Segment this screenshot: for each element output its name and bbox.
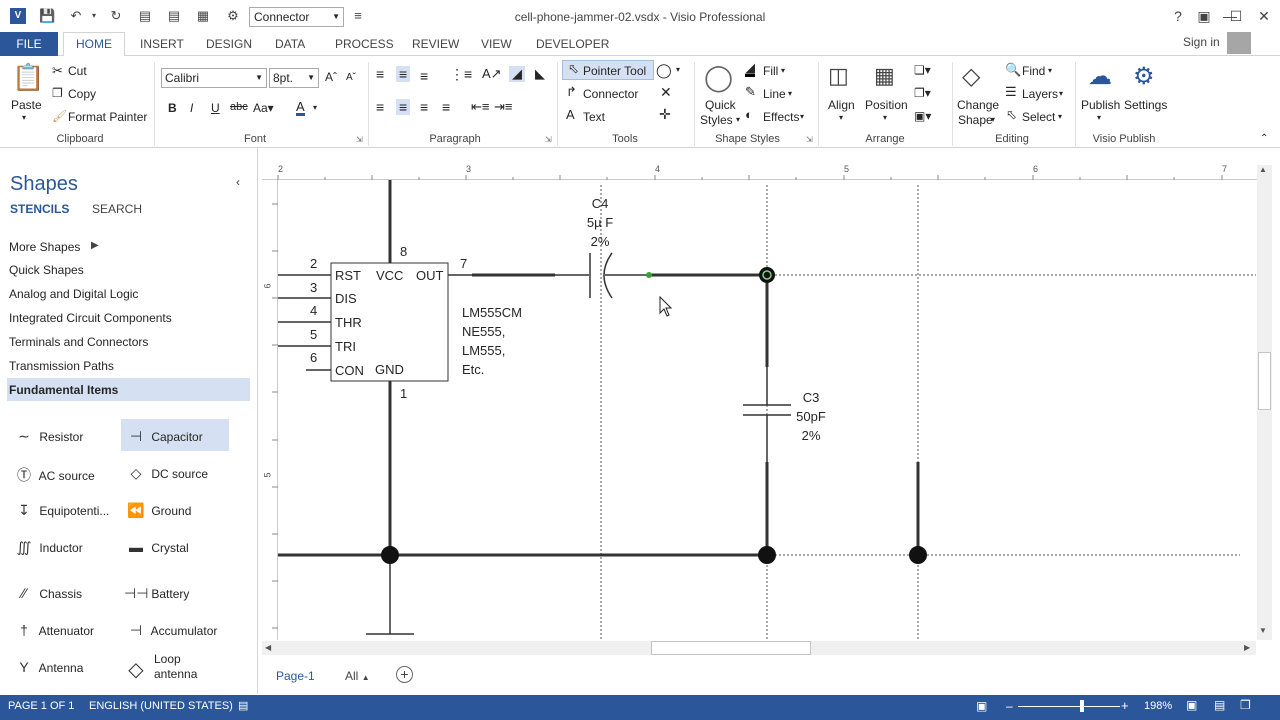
c4-label-line: 5µ F bbox=[586, 215, 614, 230]
zoom-in-icon[interactable]: + bbox=[1121, 698, 1129, 713]
switch-windows-icon[interactable]: ❐ bbox=[1240, 698, 1251, 712]
ic-name-label: LM555CM NE555, LM555, Etc. bbox=[462, 303, 522, 379]
fit-page-icon[interactable]: ▣ bbox=[1186, 698, 1197, 712]
zoom-level[interactable]: 198% bbox=[1144, 700, 1172, 712]
pan-zoom-icon[interactable]: ▤ bbox=[1214, 698, 1225, 712]
c3-label-line: C3 bbox=[802, 390, 820, 405]
all-pages-button[interactable]: All ▲ bbox=[345, 669, 370, 683]
scroll-left-icon[interactable]: ◀ bbox=[265, 643, 271, 652]
scroll-down-icon[interactable]: ▼ bbox=[1259, 626, 1267, 635]
ic-pin-thr: THR bbox=[335, 315, 362, 330]
page-count-status[interactable]: PAGE 1 OF 1 bbox=[8, 700, 74, 712]
pin-number: 3 bbox=[310, 280, 318, 295]
presentation-mode-icon[interactable]: ▣ bbox=[976, 699, 987, 713]
horizontal-scroll-thumb[interactable] bbox=[651, 641, 811, 655]
ic-pin-vcc: VCC bbox=[376, 268, 404, 283]
scroll-up-icon[interactable]: ▲ bbox=[1259, 165, 1267, 174]
pin-number: 5 bbox=[310, 327, 318, 342]
pin-number: 7 bbox=[460, 256, 468, 271]
c3-label-line: 2% bbox=[801, 428, 821, 443]
zoom-slider-thumb[interactable] bbox=[1080, 700, 1084, 712]
ic-pin-rst: RST bbox=[335, 268, 361, 283]
ic-pin-out: OUT bbox=[416, 268, 444, 283]
ic-pin-dis: DIS bbox=[335, 291, 357, 306]
ic-pin-con: CON bbox=[335, 363, 364, 378]
ic-name-line: NE555, bbox=[462, 324, 506, 339]
pin-number: 4 bbox=[310, 303, 318, 318]
scroll-right-icon[interactable]: ▶ bbox=[1244, 643, 1250, 652]
pin-number: 8 bbox=[400, 244, 408, 259]
add-page-icon[interactable]: + bbox=[396, 666, 413, 683]
c4-label-line: 2% bbox=[590, 234, 610, 249]
ic-pin-gnd: GND bbox=[375, 362, 404, 377]
ic-name-line: LM555, bbox=[462, 343, 506, 358]
macro-recording-icon[interactable]: ▤ bbox=[238, 699, 248, 712]
all-pages-dropdown-icon: ▲ bbox=[361, 673, 370, 682]
circuit-drawing bbox=[272, 175, 1256, 640]
zoom-out-icon[interactable]: – bbox=[1006, 699, 1013, 713]
ic-pin-tri: TRI bbox=[335, 339, 356, 354]
pin-number: 1 bbox=[400, 386, 408, 401]
c4-label-line: C4 bbox=[591, 196, 609, 211]
vertical-scroll-thumb[interactable] bbox=[1258, 352, 1271, 410]
page-tab-page1[interactable]: Page-1 bbox=[276, 669, 315, 683]
language-status[interactable]: ENGLISH (UNITED STATES) bbox=[89, 700, 233, 712]
ic-name-line: Etc. bbox=[462, 362, 485, 377]
zoom-slider[interactable] bbox=[1018, 706, 1120, 707]
all-pages-label: All bbox=[345, 669, 359, 683]
pin-number: 2 bbox=[310, 256, 318, 271]
ic-name-line: LM555CM bbox=[462, 305, 522, 320]
pin-number: 6 bbox=[310, 350, 318, 365]
c3-label: C3 50pF 2% bbox=[790, 388, 832, 445]
c3-label-line: 50pF bbox=[796, 409, 826, 424]
c4-label: C4 5µ F 2% bbox=[580, 194, 620, 251]
